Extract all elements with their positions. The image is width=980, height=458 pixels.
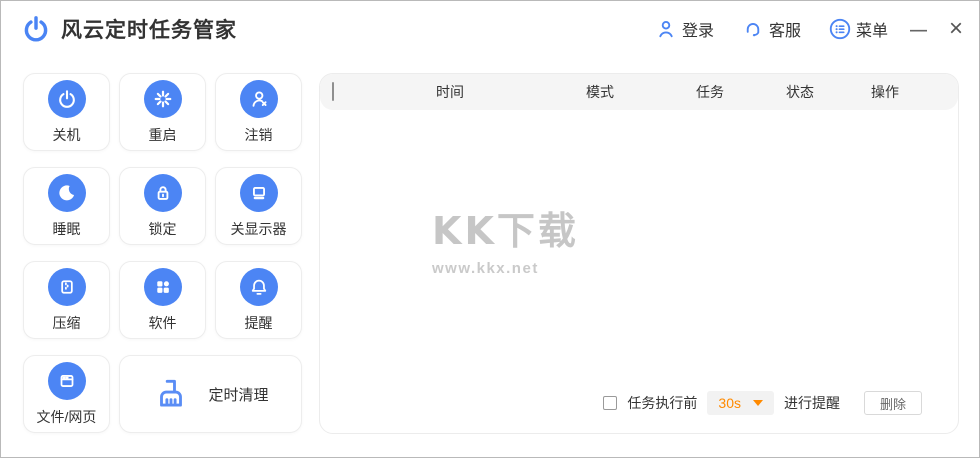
reminder-button[interactable]: 提醒 [215, 261, 302, 339]
column-header-status: 状态 [786, 84, 814, 100]
column-header-action: 操作 [871, 84, 899, 100]
shutdown-button[interactable]: 关机 [23, 73, 110, 151]
customer-service-button[interactable]: 客服 [742, 17, 801, 41]
watermark: KK下载 www.kkx.net [432, 200, 579, 277]
broom-icon [152, 375, 190, 413]
sidebar: 关机 重启 注销 睡眠 锁定 关显示器 压缩 软件 提醒 文件/网页 定时清理 [23, 73, 302, 433]
reminder-label: 提醒 [244, 314, 273, 331]
lock-label: 锁定 [148, 220, 177, 237]
software-button[interactable]: 软件 [119, 261, 206, 339]
lock-button[interactable]: 锁定 [119, 167, 206, 245]
titlebar-actions: 登录 客服 菜单 — × [627, 17, 963, 41]
app-title: 风云定时任务管家 [61, 19, 237, 42]
remind-before-checkbox[interactable] [603, 396, 618, 410]
app-window: 风云定时任务管家 登录 客服 菜单 — × 关机 重启 注销 睡眠 锁定 关显示… [0, 0, 980, 458]
compress-icon [47, 267, 86, 306]
customer-service-label: 客服 [768, 23, 801, 40]
menu-icon [829, 18, 851, 40]
lock-icon [143, 173, 182, 212]
delay-value: 30s [718, 395, 741, 411]
sleep-icon [47, 173, 86, 212]
title-bar: 风云定时任务管家 登录 客服 菜单 — × [1, 1, 979, 57]
logout-button[interactable]: 注销 [215, 73, 302, 151]
login-button[interactable]: 登录 [655, 17, 714, 41]
restart-button[interactable]: 重启 [119, 73, 206, 151]
user-icon [655, 18, 677, 40]
logout-icon [239, 79, 278, 118]
restart-icon [143, 79, 182, 118]
watermark-url: www.kkx.net [432, 260, 539, 277]
file-web-label: 文件/网页 [36, 408, 97, 425]
compress-label: 压缩 [52, 314, 81, 331]
software-label: 软件 [148, 314, 177, 331]
column-header-time: 时间 [436, 84, 464, 100]
remind-after-label: 进行提醒 [784, 395, 840, 411]
logout-label: 注销 [244, 126, 273, 143]
sleep-button[interactable]: 睡眠 [23, 167, 110, 245]
timed-clean-button[interactable]: 定时清理 [119, 355, 302, 433]
bell-icon [239, 267, 278, 306]
monitor-off-button[interactable]: 关显示器 [215, 167, 302, 245]
menu-label: 菜单 [855, 23, 888, 40]
task-table-panel: 时间 模式 任务 状态 操作 KK下载 www.kkx.net 任务执行前 30… [319, 73, 959, 434]
monitor-off-icon [239, 173, 278, 212]
restart-label: 重启 [148, 126, 177, 143]
column-header-task: 任务 [696, 84, 724, 100]
menu-button[interactable]: 菜单 [829, 17, 888, 41]
power-icon [47, 79, 86, 118]
file-web-button[interactable]: 文件/网页 [23, 355, 110, 433]
table-header-row: 时间 模式 任务 状态 操作 [320, 74, 958, 110]
headset-icon [742, 18, 764, 40]
shutdown-label: 关机 [52, 126, 81, 143]
select-all-checkbox[interactable] [332, 82, 334, 101]
monitor-off-label: 关显示器 [230, 220, 287, 237]
remind-before-label: 任务执行前 [627, 395, 698, 411]
delete-button[interactable]: 删除 [864, 391, 922, 415]
login-label: 登录 [681, 23, 714, 40]
file-web-icon [47, 361, 86, 400]
timed-clean-label: 定时清理 [208, 386, 269, 404]
sleep-label: 睡眠 [52, 220, 81, 237]
power-logo-icon [21, 14, 51, 44]
footer-controls: 任务执行前 30s 进行提醒 删除 [603, 391, 922, 415]
watermark-title: KK下载 [432, 209, 579, 253]
compress-button[interactable]: 压缩 [23, 261, 110, 339]
delay-select[interactable]: 30s [707, 391, 774, 415]
close-button[interactable]: × [949, 17, 963, 41]
software-icon [143, 267, 182, 306]
minimize-button[interactable]: — [910, 21, 927, 38]
chevron-down-icon [753, 400, 763, 406]
column-header-mode: 模式 [586, 84, 614, 100]
